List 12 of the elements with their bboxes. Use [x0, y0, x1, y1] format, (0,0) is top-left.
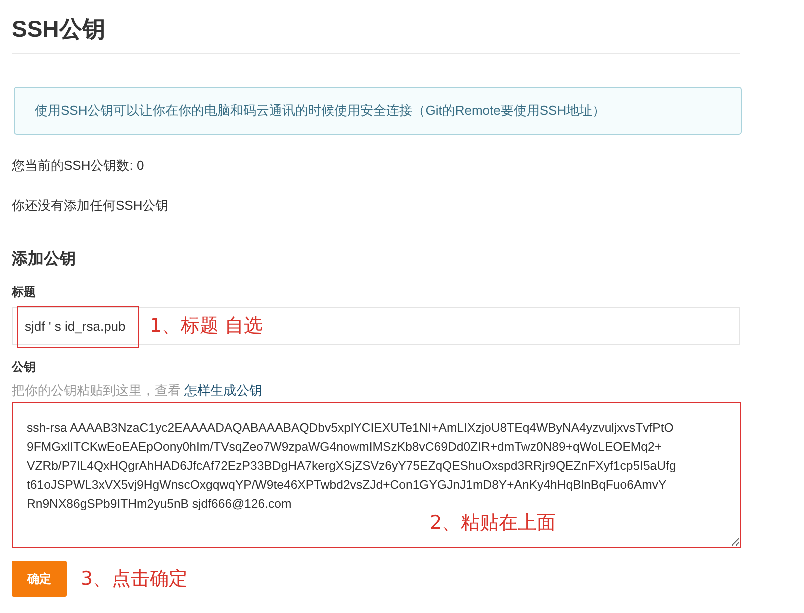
annotation-text: 2、粘贴在上面	[430, 511, 556, 536]
empty-note: 你还没有添加任何SSH公钥	[12, 197, 170, 215]
field-label: 公钥	[12, 359, 37, 376]
hint-text: 把你的公钥粘贴到这里，查看	[12, 383, 181, 398]
key-count-text: 您当前的SSH公钥数: 0	[12, 157, 146, 175]
help-link[interactable]: 怎样生成公钥	[184, 383, 263, 398]
page-title: SSH公钥	[12, 8, 740, 54]
info-alert: 使用SSH公钥可以让你在你的电脑和码云通讯的时候使用安全连接（Git的Remote要使用SSH地址）	[14, 87, 742, 135]
section-heading: 添加公钥	[12, 250, 77, 270]
annotation-text: 1、标题 自选	[150, 314, 264, 339]
field-label: 标题	[12, 284, 37, 301]
annotation-text: 3、点击确定	[81, 567, 188, 592]
